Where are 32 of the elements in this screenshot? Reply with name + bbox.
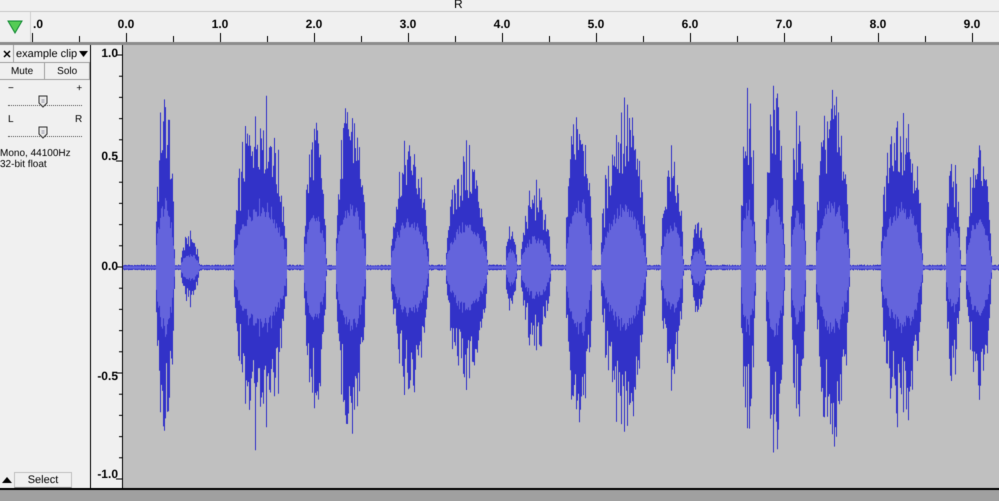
track-info-text: Mono, 44100Hz <box>0 148 72 159</box>
ruler-label: 0.0 <box>118 17 134 31</box>
track-info-text: 32-bit float <box>0 159 48 170</box>
play-head-icon[interactable] <box>7 20 23 34</box>
amplitude-label: 0.0 <box>101 260 118 273</box>
slider-min-label: L <box>8 115 14 125</box>
ruler-label: 3.0 <box>400 17 416 31</box>
amplitude-label: 0.5 <box>101 150 118 163</box>
ruler-label: 2.0 <box>306 17 322 31</box>
ruler-label: 9.0 <box>964 17 980 31</box>
amplitude-label: -1.0 <box>97 468 118 481</box>
pan-slider[interactable] <box>8 126 82 138</box>
slider-max-label: + <box>76 84 82 94</box>
channel-label: R <box>454 0 463 11</box>
ruler-label: .0 <box>33 17 44 31</box>
ruler-label: 7.0 <box>776 17 792 31</box>
ruler-label: 6.0 <box>682 17 698 31</box>
slider-max-label: R <box>75 115 82 125</box>
amplitude-label: -0.5 <box>97 370 118 383</box>
close-icon <box>2 50 10 58</box>
slider-thumb[interactable] <box>38 126 48 139</box>
gain-slider[interactable] <box>8 95 82 107</box>
ruler-label: 8.0 <box>870 17 886 31</box>
slider-thumb[interactable] <box>38 95 48 108</box>
slider-min-label: − <box>8 84 14 94</box>
amplitude-label: 1.0 <box>101 47 118 60</box>
ruler-label: 1.0 <box>212 17 228 31</box>
ruler-label: 4.0 <box>494 17 510 31</box>
dropdown-caret-icon <box>79 50 88 56</box>
ruler-label: 5.0 <box>588 17 604 31</box>
collapse-button[interactable] <box>0 476 14 482</box>
select-button[interactable]: Select <box>14 472 72 488</box>
